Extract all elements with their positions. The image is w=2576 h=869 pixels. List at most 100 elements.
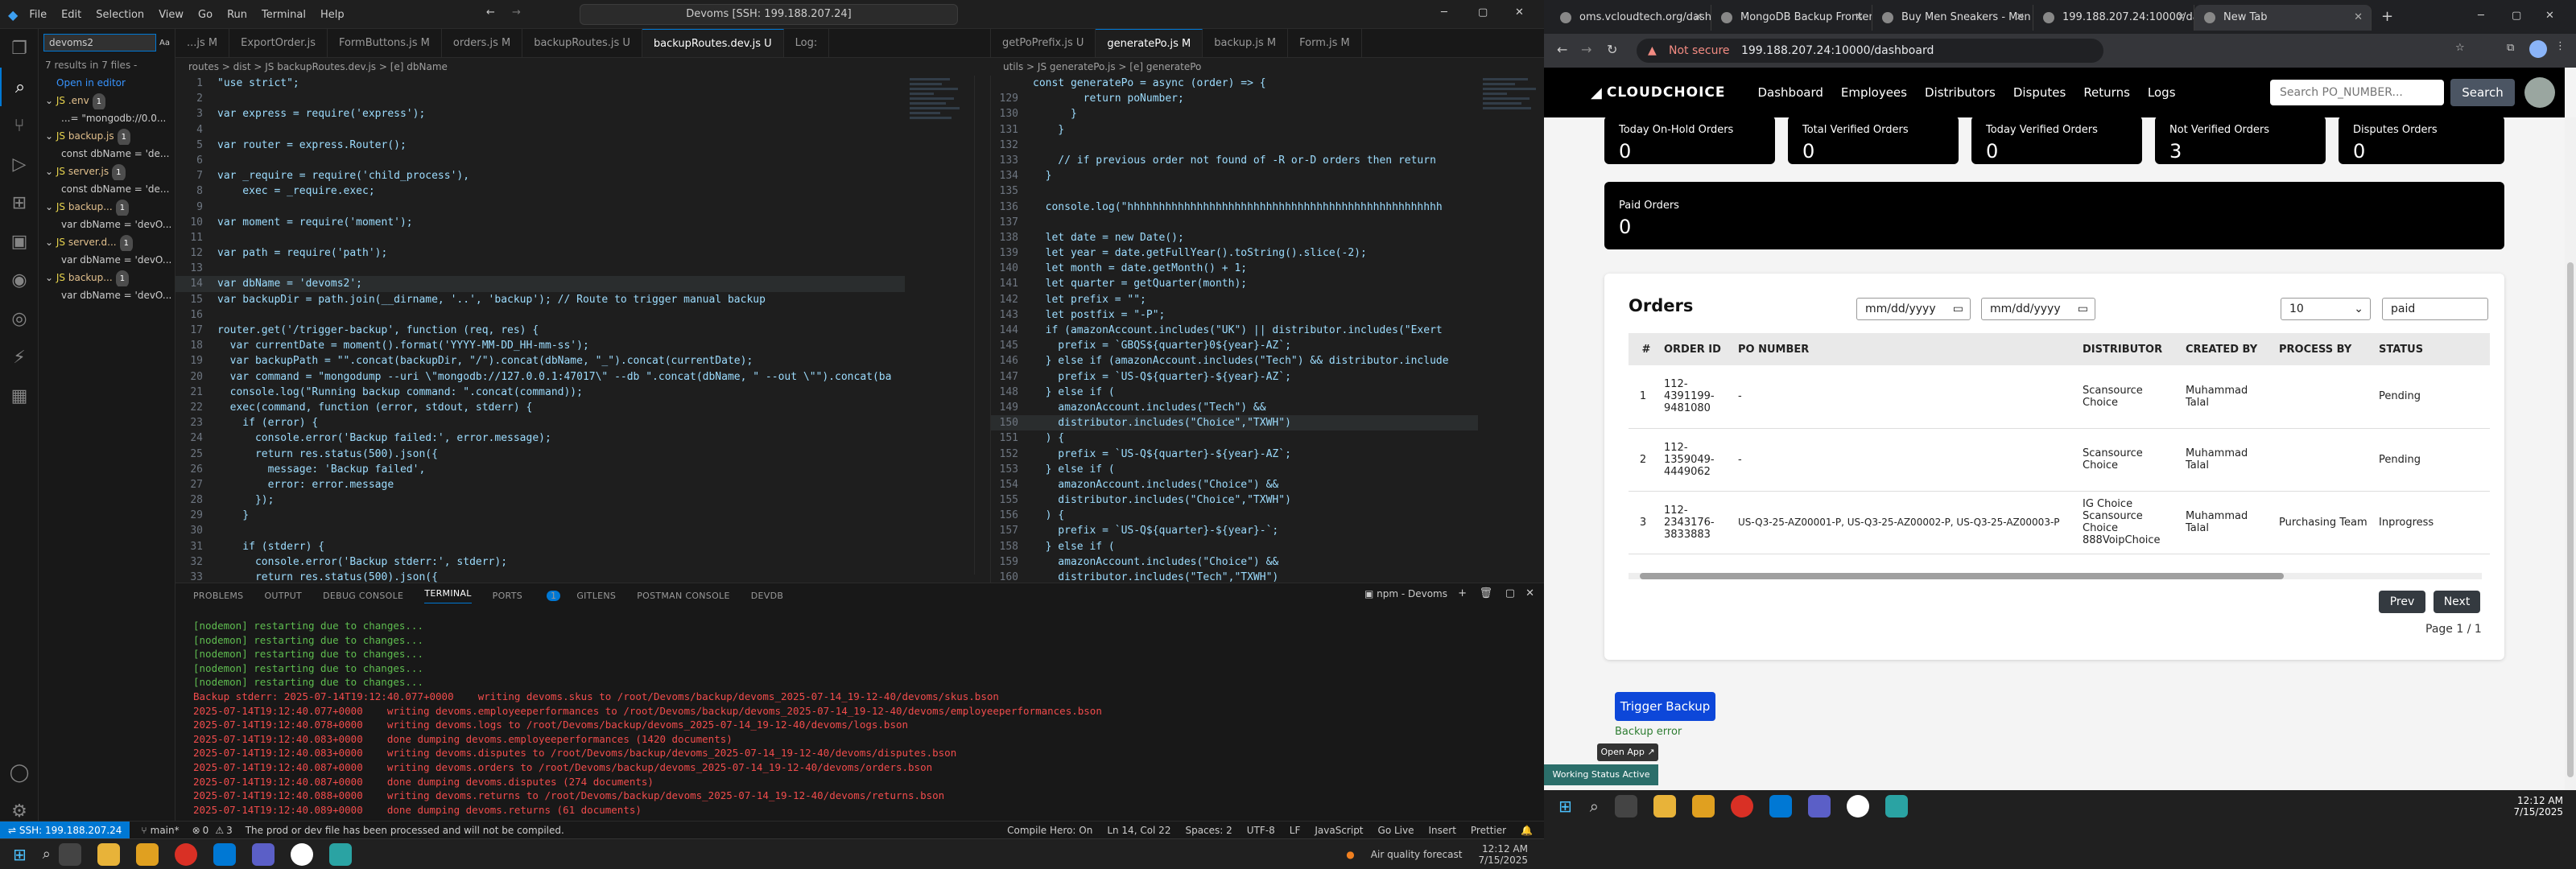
minimize-window-icon[interactable]: ─: [1441, 6, 1447, 19]
left-code-editor[interactable]: 1 "use strict"; 2 3 var express = require('e…: [175, 76, 905, 583]
panel-tab-problems[interactable]: PROBLEMS: [193, 591, 243, 601]
new-terminal-icon[interactable]: +: [1458, 587, 1467, 599]
editor-tab[interactable]: getPoPrefix.js U: [991, 29, 1096, 57]
app-taskbar-icon[interactable]: [251, 842, 275, 866]
live-share-icon[interactable]: ⚡: [0, 338, 39, 377]
search-result-match[interactable]: const dbName = 'de...: [39, 145, 175, 163]
col-distributor[interactable]: DISTRIBUTOR: [2083, 333, 2186, 365]
next-page-button[interactable]: Next: [2434, 591, 2480, 613]
search-result-file[interactable]: ⌄ JS server.js 1: [39, 163, 175, 180]
terminal-selector[interactable]: ▣ npm - Devoms: [1364, 588, 1447, 599]
table-row[interactable]: 1 112-4391199-9481080- Scansource Choice Mu…: [1629, 365, 2490, 429]
right-code-editor[interactable]: const generatePo = async (order) => {129…: [990, 76, 1478, 583]
language-mode[interactable]: JavaScript: [1315, 825, 1363, 836]
account-icon[interactable]: ◯: [0, 753, 39, 792]
terminal-output[interactable]: [nodemon] restarting due to changes... [n…: [175, 619, 1544, 817]
panel-tab-postman-console[interactable]: POSTMAN CONSOLE: [637, 591, 730, 601]
nav-disputes[interactable]: Disputes: [2013, 85, 2066, 100]
menu-help[interactable]: Help: [320, 9, 345, 21]
panel-tab-ports[interactable]: PORTS: [493, 591, 522, 601]
menu-selection[interactable]: Selection: [96, 9, 144, 21]
search-result-file[interactable]: ⌄ JS .env 1: [39, 92, 175, 109]
po-search-input[interactable]: [2270, 80, 2444, 105]
file-explorer-icon[interactable]: [97, 842, 120, 866]
clock-left[interactable]: 12:12 AM 7/15/2025: [1478, 843, 1528, 866]
table-row[interactable]: 2 112-1359049-4449062- Scansource Choice Mu…: [1629, 428, 2490, 492]
branch-label[interactable]: main*: [151, 825, 180, 836]
col-po-number[interactable]: PO NUMBER: [1738, 333, 2083, 365]
left-breadcrumb[interactable]: routes > dist > JS backupRoutes.dev.js >…: [175, 58, 448, 76]
remote-explorer-icon[interactable]: ▣: [0, 222, 39, 261]
search-icon[interactable]: ⌕: [0, 68, 39, 106]
start-icon[interactable]: ⊞: [13, 845, 27, 864]
editor-tab[interactable]: ExportOrder.js: [229, 29, 328, 57]
table-row[interactable]: 3 112-2343176-3833883 US-Q3-25-AZ00001-P, …: [1629, 491, 2490, 554]
browser-tab[interactable]: oms.vcloudtech.org/dash ✕: [1550, 5, 1711, 31]
source-control-icon[interactable]: ⑂: [0, 106, 39, 145]
tab-close-icon[interactable]: ✕: [2354, 5, 2363, 31]
col-created-by[interactable]: CREATED BY: [2186, 333, 2279, 365]
menu-file[interactable]: File: [29, 9, 47, 21]
browser-tab[interactable]: 199.188.207.24:10000/da ✕: [2033, 5, 2194, 31]
mongodb-taskbar-icon[interactable]: [1885, 795, 1908, 818]
bookmark-star-icon[interactable]: ☆: [2455, 42, 2465, 54]
error-count[interactable]: 0: [203, 825, 209, 836]
kill-terminal-icon[interactable]: 🗑: [1479, 587, 1492, 599]
weather-label[interactable]: Air quality forecast: [1371, 849, 1463, 860]
menu-go[interactable]: Go: [198, 9, 213, 21]
browser-tab[interactable]: MongoDB Backup Frontend ✕: [1711, 5, 1872, 31]
forward-arrow-icon[interactable]: →: [512, 6, 521, 19]
panel-tab-devdb[interactable]: DEVDB: [751, 591, 783, 601]
bell-icon[interactable]: 🔔: [1521, 825, 1533, 836]
prev-page-button[interactable]: Prev: [2379, 591, 2425, 613]
remote-indicator[interactable]: ⇌ SSH: 199.188.207.24: [0, 821, 130, 839]
editor-tab[interactable]: ...js M: [175, 29, 230, 57]
github-taskbar-icon[interactable]: [290, 842, 313, 866]
maximize-panel-icon[interactable]: ▢: [1505, 587, 1515, 599]
page-size-select[interactable]: 10 ⌄: [2281, 298, 2371, 320]
chrome-menu-icon[interactable]: ⋮: [2555, 40, 2566, 52]
user-avatar[interactable]: [2524, 77, 2555, 108]
panel-tab-terminal[interactable]: TERMINAL: [424, 588, 472, 603]
end-date-input[interactable]: mm/dd/yyyy ▭: [1981, 298, 2095, 320]
tab-close-icon[interactable]: ✕: [2016, 5, 2025, 31]
profile-icon[interactable]: [2529, 40, 2547, 58]
search-result-match[interactable]: var dbName = 'devO...: [39, 286, 175, 304]
editor-tab[interactable]: Form.js M: [1288, 29, 1362, 57]
maximize-window-icon[interactable]: ▢: [1478, 6, 1488, 19]
col-order-id[interactable]: ORDER ID: [1664, 333, 1738, 365]
app-taskbar-icon[interactable]: [1807, 795, 1831, 818]
tab-close-icon[interactable]: ✕: [2177, 5, 2186, 31]
nav-distributors[interactable]: Distributors: [1925, 85, 1996, 100]
chrome-forward-icon[interactable]: →: [1581, 42, 1591, 57]
status-filter-input[interactable]: paid: [2382, 298, 2488, 320]
compile-hero-status[interactable]: Compile Hero: On: [1007, 825, 1092, 836]
left-minimap[interactable]: [905, 76, 969, 575]
start-icon[interactable]: ⊞: [1558, 797, 1572, 816]
panel-tab-output[interactable]: OUTPUT: [264, 591, 302, 601]
new-tab-icon[interactable]: +: [2381, 8, 2393, 25]
minimize-window-icon[interactable]: ─: [2478, 10, 2484, 22]
search-input[interactable]: devoms2: [43, 34, 157, 51]
nav-dashboard[interactable]: Dashboard: [1757, 85, 1823, 100]
insert-mode[interactable]: Insert: [1428, 825, 1455, 836]
line-ending[interactable]: LF: [1290, 825, 1301, 836]
search-result-match[interactable]: ...= "mongodb://0.0...: [39, 109, 175, 127]
vscode-taskbar-icon[interactable]: [213, 842, 236, 866]
file-explorer-icon[interactable]: [1653, 795, 1676, 818]
open-in-editor-link[interactable]: Open in editor: [39, 74, 175, 92]
warning-count[interactable]: 3: [226, 825, 233, 836]
prettier-status[interactable]: Prettier: [1471, 825, 1506, 836]
tab-close-icon[interactable]: ✕: [1855, 5, 1864, 31]
docker-icon[interactable]: ▦: [0, 377, 39, 415]
nav-returns[interactable]: Returns: [2083, 85, 2130, 100]
cursor-position[interactable]: Ln 14, Col 22: [1107, 825, 1170, 836]
table-horizontal-scrollbar[interactable]: [1629, 573, 2482, 579]
right-minimap[interactable]: [1478, 76, 1544, 575]
gitlens-icon[interactable]: ◉: [0, 261, 39, 299]
search-result-file[interactable]: ⌄ JS backup.js 1: [39, 127, 175, 145]
page-scrollbar[interactable]: [2565, 117, 2576, 790]
task-view-icon[interactable]: [1614, 795, 1637, 818]
back-arrow-icon[interactable]: ←: [486, 6, 495, 19]
editor-tab[interactable]: orders.js M: [442, 29, 523, 57]
